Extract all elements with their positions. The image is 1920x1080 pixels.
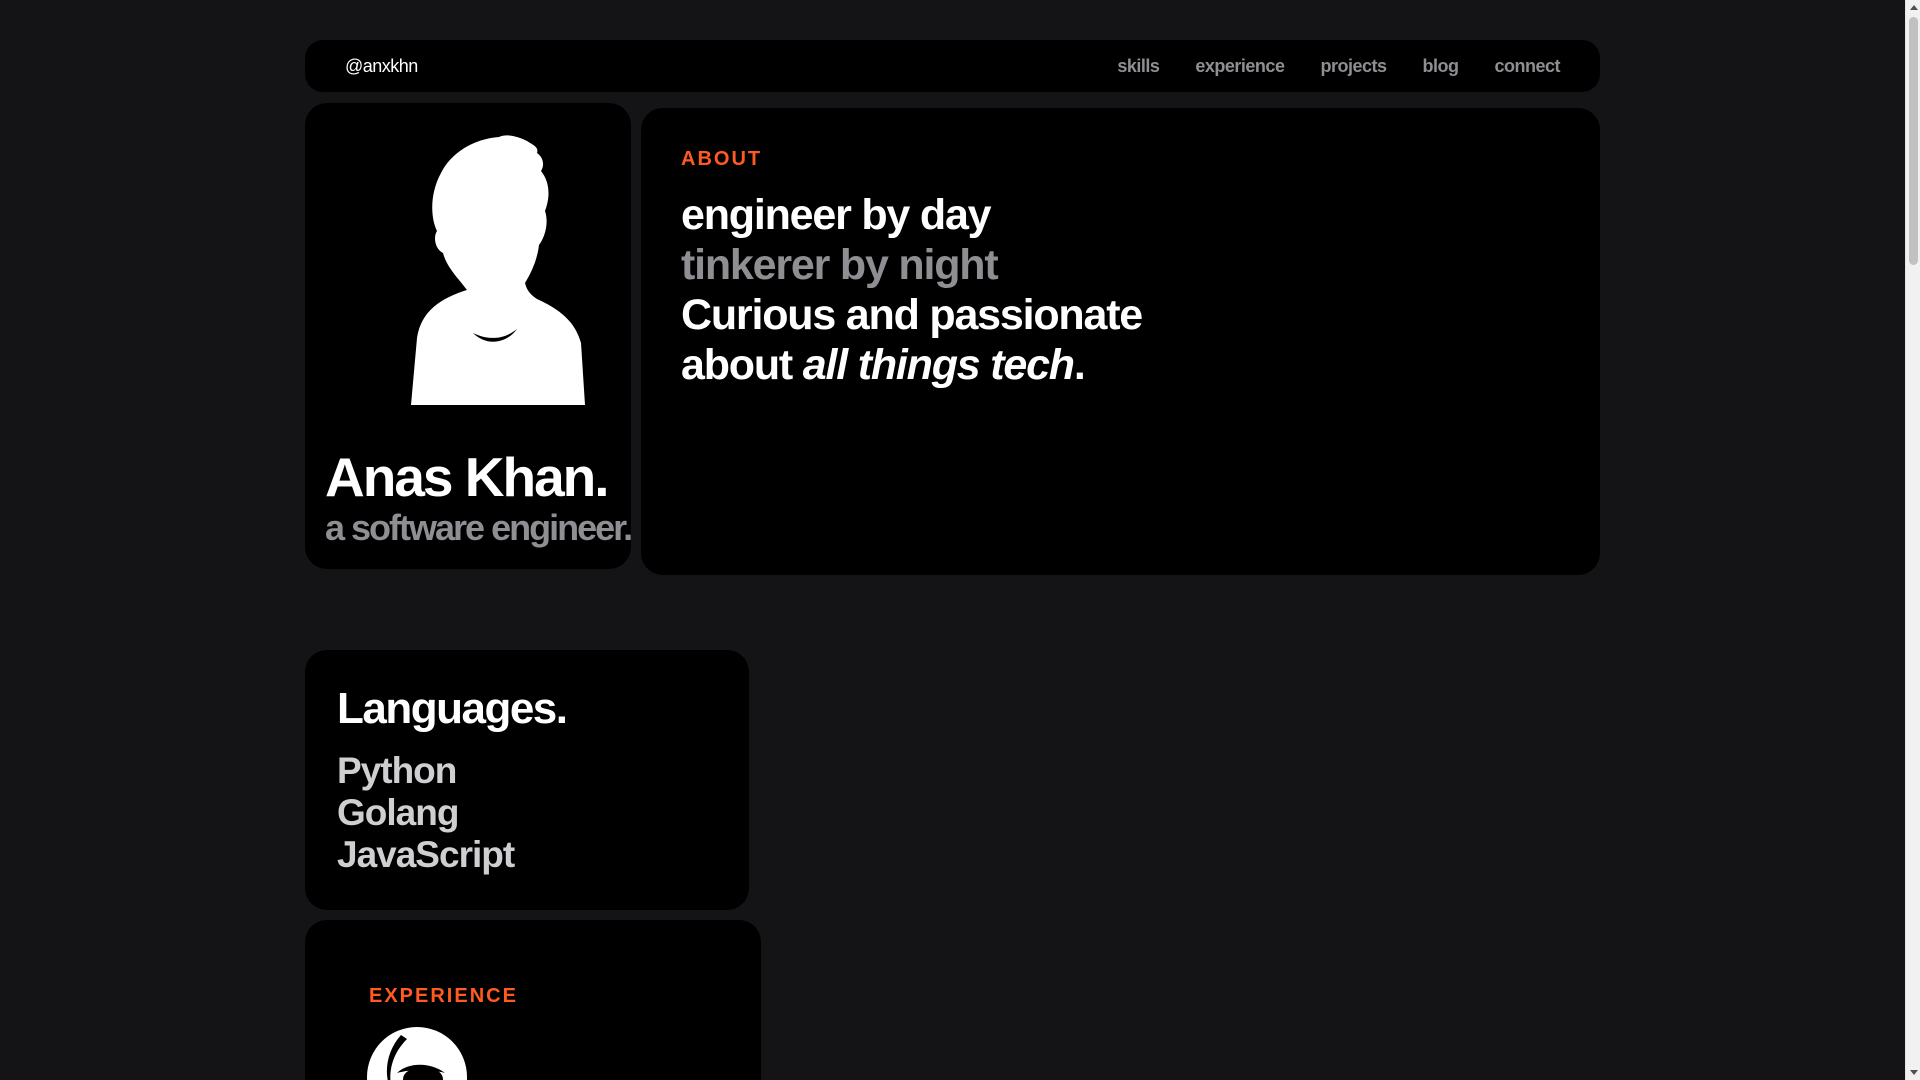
language-item: JavaScript <box>337 834 515 875</box>
languages-card: Languages. Python Golang JavaScript <box>305 650 749 910</box>
nav-links: skills experience projects blog connect <box>1117 56 1560 77</box>
about-line-2: tinkerer by night <box>681 241 999 289</box>
about-card: ABOUT engineer by day tinkerer by night … <box>641 108 1600 575</box>
site-handle[interactable]: @anxkhn <box>345 56 418 77</box>
profile-name: Anas Khan. <box>325 446 610 508</box>
about-line-4-prefix: about <box>681 341 803 389</box>
about-section-label: ABOUT <box>681 148 763 170</box>
language-item: Golang <box>337 792 459 833</box>
experience-section-label: EXPERIENCE <box>369 985 518 1007</box>
about-line-4-suffix: . <box>1073 341 1086 389</box>
profile-card: Anas Khan. a software engineer. <box>305 103 633 569</box>
language-item: Python <box>337 750 457 791</box>
scrollbar-thumb[interactable] <box>1909 17 1918 265</box>
about-line-3: Curious and passionate <box>681 291 1143 339</box>
top-navbar: @anxkhn skills experience projects blog … <box>305 40 1600 92</box>
nav-link-experience[interactable]: experience <box>1195 56 1285 77</box>
about-line-4-emphasis: all things tech <box>802 341 1075 389</box>
scroll-up-arrow-icon[interactable] <box>1910 5 1918 10</box>
page-scrollbar[interactable] <box>1905 0 1920 1080</box>
scroll-down-arrow-icon[interactable] <box>1910 1070 1918 1075</box>
about-line-4: about all things tech. <box>681 340 1142 390</box>
languages-list: Python Golang JavaScript <box>337 750 515 876</box>
portfolio-page: @anxkhn skills experience projects blog … <box>0 0 1920 1080</box>
nav-link-projects[interactable]: projects <box>1320 56 1387 77</box>
experience-card: EXPERIENCE <box>305 920 761 1080</box>
nav-link-skills[interactable]: skills <box>1117 56 1160 77</box>
nav-link-blog[interactable]: blog <box>1422 56 1459 77</box>
company-logo-icon <box>367 1027 467 1080</box>
about-tagline: engineer by day tinkerer by night Curiou… <box>681 190 1143 390</box>
about-line-1: engineer by day <box>681 191 992 239</box>
languages-title: Languages. <box>337 684 568 733</box>
person-silhouette-icon <box>411 135 585 405</box>
profile-role: a software engineer. <box>325 507 633 548</box>
nav-link-connect[interactable]: connect <box>1494 56 1560 77</box>
